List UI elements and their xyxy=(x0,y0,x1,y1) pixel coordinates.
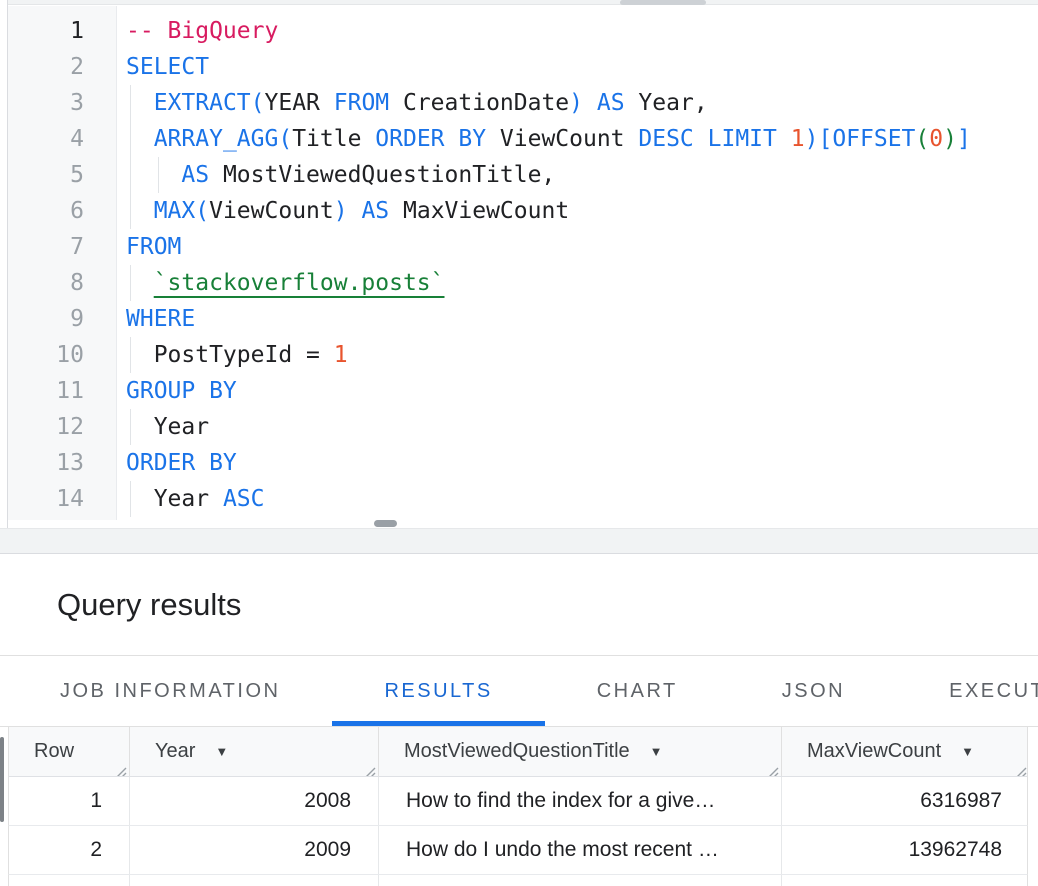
tab-job-information[interactable]: JOB INFORMATION xyxy=(8,656,332,726)
code-text: AS MostViewedQuestionTitle, xyxy=(117,157,555,193)
indent-guide xyxy=(130,193,131,229)
table-cell: How do I undo the most recent … xyxy=(379,826,782,874)
indent-guide xyxy=(130,121,131,157)
code-line-14: 14 Year ASC xyxy=(8,481,1038,517)
line-number: 13 xyxy=(8,445,117,481)
tab-chart[interactable]: CHART xyxy=(545,656,730,726)
table-cell xyxy=(130,875,379,886)
line-number: 4 xyxy=(8,121,117,157)
line-number: 1 xyxy=(8,13,117,49)
table-row-1: 12008How to find the index for a give…63… xyxy=(8,777,1028,826)
table-cell xyxy=(782,875,1029,886)
results-table: RowYear▼MostViewedQuestionTitle▼MaxViewC… xyxy=(8,727,1028,886)
editor-bottom-scrollbar-thumb[interactable] xyxy=(374,520,397,527)
column-header-row: Row xyxy=(9,727,130,776)
line-number: 5 xyxy=(8,157,117,193)
code-text: ORDER BY xyxy=(117,445,237,481)
column-header-mostviewedquestiontitle: MostViewedQuestionTitle ▼ xyxy=(379,727,782,776)
column-resize-handle-icon[interactable] xyxy=(364,762,376,774)
table-cell xyxy=(9,875,130,886)
code-text: MAX(ViewCount) AS MaxViewCount xyxy=(117,193,569,229)
code-line-2: 2SELECT xyxy=(8,49,1038,85)
code-text: SELECT xyxy=(117,49,209,85)
code-text: GROUP BY xyxy=(117,373,237,409)
query-results-header: Query results xyxy=(0,553,1038,656)
indent-guide xyxy=(158,157,159,193)
line-number: 11 xyxy=(8,373,117,409)
code-line-7: 7FROM xyxy=(8,229,1038,265)
column-header-label: MaxViewCount xyxy=(807,740,941,763)
results-tabs: JOB INFORMATIONRESULTSCHARTJSONEXECUTION… xyxy=(0,656,1038,727)
results-vertical-scrollbar-thumb[interactable] xyxy=(0,737,4,822)
line-number: 2 xyxy=(8,49,117,85)
code-line-4: 4 ARRAY_AGG(Title ORDER BY ViewCount DES… xyxy=(8,121,1038,157)
code-line-10: 10 PostTypeId = 1 xyxy=(8,337,1038,373)
tab-results[interactable]: RESULTS xyxy=(332,656,544,726)
column-header-label: Row xyxy=(34,740,74,763)
sql-editor[interactable]: 1-- BigQuery2SELECT3 EXTRACT(YEAR FROM C… xyxy=(8,6,1038,520)
column-header-label: MostViewedQuestionTitle xyxy=(404,740,630,763)
panel-divider-band xyxy=(0,528,1038,553)
line-number: 12 xyxy=(8,409,117,445)
table-cell: How to find the index for a give… xyxy=(379,777,782,825)
code-text: `stackoverflow.posts` xyxy=(117,265,445,301)
code-text: WHERE xyxy=(117,301,195,337)
table-cell: 13962748 xyxy=(782,826,1029,874)
table-cell: 2009 xyxy=(130,826,379,874)
code-text: ARRAY_AGG(Title ORDER BY ViewCount DESC … xyxy=(117,121,971,157)
column-resize-handle-icon[interactable] xyxy=(115,762,127,774)
indent-guide xyxy=(130,265,131,301)
code-line-12: 12 Year xyxy=(8,409,1038,445)
column-menu-dropdown-icon[interactable]: ▼ xyxy=(961,745,974,758)
column-menu-dropdown-icon[interactable]: ▼ xyxy=(650,745,663,758)
line-number: 8 xyxy=(8,265,117,301)
code-line-8: 8 `stackoverflow.posts` xyxy=(8,265,1038,301)
code-line-1: 1-- BigQuery xyxy=(8,13,1038,49)
code-text: PostTypeId = 1 xyxy=(117,337,348,373)
line-number: 3 xyxy=(8,85,117,121)
code-text: -- BigQuery xyxy=(117,13,278,49)
table-row-2: 22009How do I undo the most recent …1396… xyxy=(8,826,1028,875)
table-cell: 1 xyxy=(9,777,130,825)
column-resize-handle-icon[interactable] xyxy=(1015,762,1027,774)
table-cell xyxy=(379,875,782,886)
indent-guide xyxy=(130,85,131,121)
table-row-partial xyxy=(8,875,1028,886)
indent-guide xyxy=(130,481,131,517)
results-table-body: 12008How to find the index for a give…63… xyxy=(8,777,1028,886)
results-table-header-row: RowYear▼MostViewedQuestionTitle▼MaxViewC… xyxy=(8,727,1028,777)
line-number: 10 xyxy=(8,337,117,373)
column-header-maxviewcount: MaxViewCount ▼ xyxy=(782,727,1029,776)
line-number: 9 xyxy=(8,301,117,337)
column-header-label: Year xyxy=(155,740,195,763)
tab-json[interactable]: JSON xyxy=(730,656,897,726)
code-line-6: 6 MAX(ViewCount) AS MaxViewCount xyxy=(8,193,1038,229)
code-text: Year ASC xyxy=(117,481,264,517)
line-number: 7 xyxy=(8,229,117,265)
tab-execution-details[interactable]: EXECUTION DETAILS xyxy=(897,656,1038,726)
editor-horizontal-scrollbar-thumb[interactable] xyxy=(620,0,706,5)
code-text: FROM xyxy=(117,229,181,265)
table-cell: 2 xyxy=(9,826,130,874)
code-text: EXTRACT(YEAR FROM CreationDate) AS Year, xyxy=(117,85,708,121)
code-line-9: 9WHERE xyxy=(8,301,1038,337)
table-cell: 6316987 xyxy=(782,777,1029,825)
indent-guide xyxy=(130,409,131,445)
column-menu-dropdown-icon[interactable]: ▼ xyxy=(215,745,228,758)
code-line-11: 11GROUP BY xyxy=(8,373,1038,409)
code-line-5: 5 AS MostViewedQuestionTitle, xyxy=(8,157,1038,193)
editor-horizontal-scrollbar xyxy=(8,0,1038,5)
line-number: 14 xyxy=(8,481,117,517)
query-results-title: Query results xyxy=(57,587,241,623)
code-line-13: 13ORDER BY xyxy=(8,445,1038,481)
table-cell: 2008 xyxy=(130,777,379,825)
column-header-year: Year ▼ xyxy=(130,727,379,776)
column-resize-handle-icon[interactable] xyxy=(767,762,779,774)
code-line-3: 3 EXTRACT(YEAR FROM CreationDate) AS Yea… xyxy=(8,85,1038,121)
indent-guide xyxy=(130,157,131,193)
line-number: 6 xyxy=(8,193,117,229)
indent-guide xyxy=(130,337,131,373)
